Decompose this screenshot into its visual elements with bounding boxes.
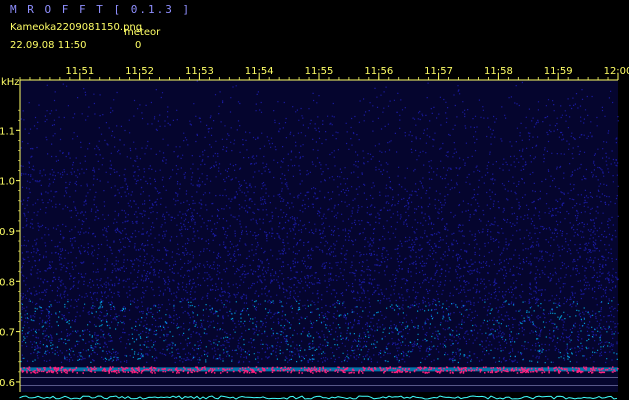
y-tick-label: 0.8 — [0, 277, 15, 288]
x-tick-label: 11:51 — [65, 66, 94, 77]
spectrogram-chart: 11:51 11:52 11:53 11:54 11:55 11:56 11:57 11:58… — [0, 66, 629, 400]
y-tick-label: 1.1 — [0, 126, 15, 137]
y-tick-label: 1.0 — [0, 177, 15, 188]
x-tick-label: 11:58 — [484, 66, 513, 77]
x-tick-label: 11:56 — [364, 66, 393, 77]
y-tick-label: 0.7 — [0, 328, 15, 339]
x-tick-label: 11:52 — [125, 66, 154, 77]
x-tick-label: 11:54 — [245, 66, 274, 77]
x-tick-label: 11:53 — [185, 66, 214, 77]
x-tick-label: 11:55 — [305, 66, 334, 77]
x-tick-label: 11:59 — [544, 66, 573, 77]
spectrogram-noise — [20, 80, 619, 392]
y-tick-label: 0.6 — [0, 378, 15, 389]
y-axis-label: kHz — [1, 77, 20, 88]
x-tick-label: 12:00 — [604, 66, 629, 77]
y-tick-label: 0.9 — [0, 227, 15, 238]
x-tick-label: 11:57 — [424, 66, 453, 77]
signal-trace — [19, 395, 618, 400]
